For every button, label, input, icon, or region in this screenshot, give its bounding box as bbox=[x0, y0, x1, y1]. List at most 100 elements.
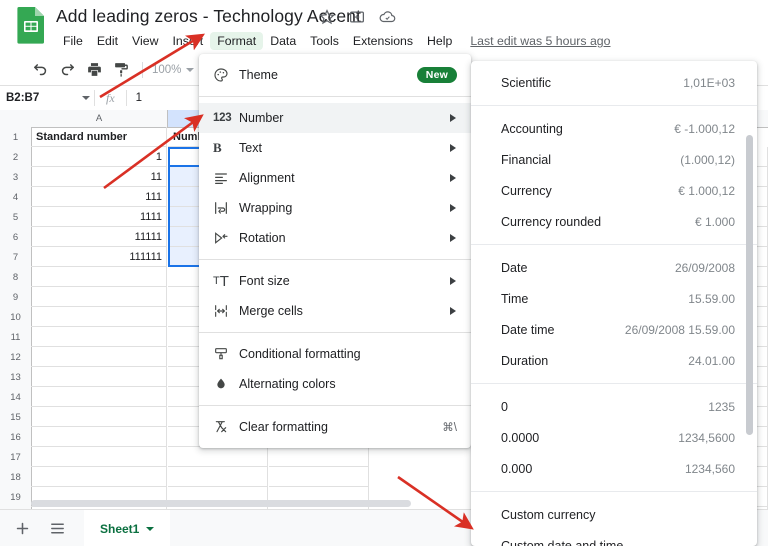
menu-file[interactable]: File bbox=[56, 32, 90, 50]
google-sheets-icon[interactable] bbox=[16, 6, 46, 44]
row-header[interactable]: 12 bbox=[0, 347, 32, 368]
menu-item-number[interactable]: 123 Number bbox=[199, 103, 471, 133]
number-item-date-time[interactable]: Date time 26/09/2008 15.59.00 bbox=[471, 314, 757, 345]
cell-a8[interactable] bbox=[31, 267, 167, 287]
row-header[interactable]: 6 bbox=[0, 227, 32, 248]
number-item-preview: 26/09/2008 15.59.00 bbox=[624, 322, 735, 337]
number-item-financial[interactable]: Financial (1.000,12) bbox=[471, 144, 757, 175]
menu-item-conditional-formatting[interactable]: Conditional formatting bbox=[199, 339, 471, 369]
print-icon[interactable] bbox=[82, 58, 106, 82]
zoom-level-dropdown[interactable]: 100% bbox=[152, 64, 195, 76]
cell-a18[interactable] bbox=[31, 467, 167, 487]
row-header[interactable]: 16 bbox=[0, 427, 32, 448]
chevron-down-icon[interactable] bbox=[146, 526, 155, 531]
star-icon[interactable] bbox=[318, 8, 336, 26]
row-header[interactable]: 4 bbox=[0, 187, 32, 208]
cell-b18[interactable] bbox=[168, 467, 268, 487]
number-item-currency-rounded[interactable]: Currency rounded € 1.000 bbox=[471, 206, 757, 237]
cell-a7[interactable]: 111111 bbox=[31, 247, 167, 267]
cell-a5[interactable]: 1111 bbox=[31, 207, 167, 227]
document-title[interactable]: Add leading zeros - Technology Accent bbox=[56, 6, 361, 30]
row-header[interactable]: 19 bbox=[0, 487, 32, 508]
cell-a6[interactable]: 11111 bbox=[31, 227, 167, 247]
row-header[interactable]: 10 bbox=[0, 307, 32, 328]
number-item-duration[interactable]: Duration 24.01.00 bbox=[471, 345, 757, 376]
move-to-folder-icon[interactable] bbox=[348, 8, 366, 26]
cell-c17[interactable] bbox=[269, 447, 369, 467]
number-item-time[interactable]: Time 15.59.00 bbox=[471, 283, 757, 314]
menu-edit[interactable]: Edit bbox=[90, 32, 125, 50]
cell-c18[interactable] bbox=[269, 467, 369, 487]
row-header[interactable]: 14 bbox=[0, 387, 32, 408]
undo-icon[interactable] bbox=[28, 58, 52, 82]
cloud-saved-icon[interactable] bbox=[378, 8, 396, 26]
select-all-corner[interactable] bbox=[0, 110, 32, 127]
add-sheet-icon[interactable] bbox=[9, 516, 35, 542]
number-item-scientific[interactable]: Scientific 1,01E+03 bbox=[471, 67, 757, 98]
number-item-custom-date-and-time[interactable]: Custom date and time bbox=[471, 530, 757, 546]
number-item-integer[interactable]: 0 1235 bbox=[471, 391, 757, 422]
number-item-date[interactable]: Date 26/09/2008 bbox=[471, 252, 757, 283]
submenu-scrollbar[interactable] bbox=[746, 135, 753, 435]
menu-item-alternating-colors[interactable]: Alternating colors bbox=[199, 369, 471, 399]
sheet-tab-sheet1[interactable]: Sheet1 bbox=[84, 510, 171, 546]
menu-item-clear-formatting[interactable]: Clear formatting ⌘\ bbox=[199, 412, 471, 442]
number-item-accounting[interactable]: Accounting € -1.000,12 bbox=[471, 113, 757, 144]
cell-a14[interactable] bbox=[31, 387, 167, 407]
cell-a3[interactable]: 11 bbox=[31, 167, 167, 187]
menu-format[interactable]: Format bbox=[210, 32, 264, 50]
menu-data[interactable]: Data bbox=[263, 32, 303, 50]
column-header-a[interactable]: A bbox=[31, 110, 168, 127]
name-box[interactable]: B2:B7 bbox=[0, 87, 94, 109]
number-item-custom-currency[interactable]: Custom currency bbox=[471, 499, 757, 530]
cell-a17[interactable] bbox=[31, 447, 167, 467]
menu-item-alignment[interactable]: Alignment bbox=[199, 163, 471, 193]
cell-a4[interactable]: 111 bbox=[31, 187, 167, 207]
cell-a2[interactable]: 1 bbox=[31, 147, 167, 167]
row-header[interactable]: 17 bbox=[0, 447, 32, 468]
row-header[interactable]: 8 bbox=[0, 267, 32, 288]
last-edit-status[interactable]: Last edit was 5 hours ago bbox=[470, 34, 610, 48]
menu-insert[interactable]: Insert bbox=[165, 32, 210, 50]
cell-a15[interactable] bbox=[31, 407, 167, 427]
redo-icon[interactable] bbox=[55, 58, 79, 82]
row-header[interactable]: 5 bbox=[0, 207, 32, 228]
row-header[interactable]: 13 bbox=[0, 367, 32, 388]
menu-item-merge-cells[interactable]: Merge cells bbox=[199, 296, 471, 326]
menu-item-font-size[interactable]: TT Font size bbox=[199, 266, 471, 296]
number-item-preview: 1234,5600 bbox=[678, 430, 735, 445]
row-header[interactable]: 9 bbox=[0, 287, 32, 308]
cell-a16[interactable] bbox=[31, 427, 167, 447]
number-item-three-decimals[interactable]: 0.000 1234,560 bbox=[471, 453, 757, 484]
menu-item-text[interactable]: B Text bbox=[199, 133, 471, 163]
row-header[interactable]: 7 bbox=[0, 247, 32, 268]
all-sheets-icon[interactable] bbox=[44, 516, 70, 542]
menu-item-rotation[interactable]: Rotation bbox=[199, 223, 471, 253]
formula-input[interactable]: 1 bbox=[127, 92, 142, 104]
menu-help[interactable]: Help bbox=[420, 32, 459, 50]
submenu-arrow-icon bbox=[450, 144, 456, 152]
row-header[interactable]: 18 bbox=[0, 467, 32, 488]
number-item-four-decimals[interactable]: 0.0000 1234,5600 bbox=[471, 422, 757, 453]
row-header[interactable]: 15 bbox=[0, 407, 32, 428]
menu-tools[interactable]: Tools bbox=[303, 32, 346, 50]
menu-view[interactable]: View bbox=[125, 32, 165, 50]
cell-a9[interactable] bbox=[31, 287, 167, 307]
cell-a1[interactable]: Standard number bbox=[31, 127, 167, 147]
row-header[interactable]: 1 bbox=[0, 127, 32, 148]
horizontal-scrollbar[interactable] bbox=[31, 500, 411, 509]
row-header[interactable]: 11 bbox=[0, 327, 32, 348]
menu-item-theme[interactable]: Theme New bbox=[199, 60, 471, 90]
row-header[interactable]: 3 bbox=[0, 167, 32, 188]
menu-extensions[interactable]: Extensions bbox=[346, 32, 420, 50]
paint-format-icon[interactable] bbox=[109, 58, 133, 82]
cell-b17[interactable] bbox=[168, 447, 268, 467]
cell-a11[interactable] bbox=[31, 327, 167, 347]
theme-palette-icon bbox=[213, 67, 239, 83]
cell-a10[interactable] bbox=[31, 307, 167, 327]
menu-item-wrapping[interactable]: Wrapping bbox=[199, 193, 471, 223]
row-header[interactable]: 2 bbox=[0, 147, 32, 168]
number-item-currency[interactable]: Currency € 1.000,12 bbox=[471, 175, 757, 206]
cell-a12[interactable] bbox=[31, 347, 167, 367]
cell-a13[interactable] bbox=[31, 367, 167, 387]
